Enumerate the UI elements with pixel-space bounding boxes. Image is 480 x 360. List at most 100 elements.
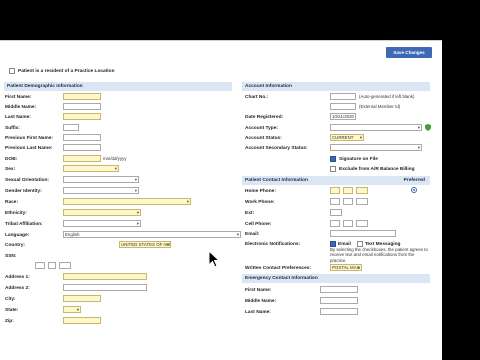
external-id-input[interactable] [330,103,356,110]
cell-phone-row: Cell Phone: [245,219,271,229]
tribal-label: Tribal Affiliation: [5,221,43,227]
ext-input[interactable] [330,209,342,216]
suffix-label: Suffix: [5,125,20,131]
last-name-input[interactable] [63,113,101,120]
sex-select[interactable] [63,165,119,172]
city-input[interactable] [63,295,101,302]
zip-input[interactable] [63,317,101,324]
orientation-select[interactable] [63,176,139,183]
resident-checkbox[interactable] [9,68,15,74]
first-name-row: First Name: [5,92,31,102]
ssn-part2-input[interactable] [48,262,56,269]
address2-row: Address 2: [5,283,30,293]
gender-select[interactable] [63,187,139,194]
em-middle-row: Middle Name: [245,296,276,306]
race-label: Race: [5,199,19,205]
dob-hint: mm/dd/yyyy [103,156,127,161]
shield-icon[interactable] [425,124,431,131]
ssn-label: SSN: [5,253,17,259]
exclude-checkbox[interactable] [330,166,336,172]
account-status-select[interactable]: CURRENT [330,134,364,141]
prev-first-label: Previous First Name: [5,135,53,141]
written-pref-select[interactable]: POSTAL MAIL [330,264,362,271]
home-phone-row: Home Phone: [245,186,276,196]
account-status-row: Account Status: [245,133,282,143]
em-last-row: Last Name: [245,307,271,317]
chart-no-input[interactable] [330,93,356,100]
signature-checkbox[interactable] [330,156,336,162]
race-row: Race: [5,197,18,207]
em-middle-label: Middle Name: [245,298,277,304]
external-id-hint: (External Member Id) [359,104,401,109]
gender-row: Gender Identity: [5,186,42,196]
ethnicity-select[interactable] [63,209,141,216]
em-first-input[interactable] [320,286,358,293]
state-label: State: [5,307,19,313]
ssn-part3-input[interactable] [59,262,71,269]
ext-row: Ext: [245,208,254,218]
chart-no-label: Chart No.: [245,94,269,100]
cell-phone-area[interactable] [330,220,340,227]
suffix-input[interactable] [63,124,79,131]
resident-row: Patient is a resident of a Practice Loca… [9,68,115,74]
date-registered-input[interactable]: 10/21/2020 [330,113,356,120]
contact-title: Patient Contact Information [245,178,308,183]
notif-note: By selecting the checkboxes, the patient… [330,247,428,263]
top-divider [0,40,442,41]
em-first-label: First Name: [245,287,272,293]
middle-name-input[interactable] [63,103,101,110]
language-select[interactable]: English [63,231,241,238]
city-row: City: [5,294,16,304]
work-phone-line[interactable] [356,198,368,205]
signature-row: Signature on File [330,154,378,164]
address2-input[interactable] [63,284,147,291]
country-select[interactable]: UNITED STATES OF AMERICA [119,241,171,248]
cell-phone-label: Cell Phone: [245,221,272,227]
notifications-row: Electronic Notifications: [245,239,300,249]
prev-last-label: Previous Last Name: [5,145,53,151]
date-registered-label: Date Registered: [245,114,284,120]
zip-row: Zip: [5,316,14,326]
home-phone-line[interactable] [356,187,368,194]
middle-name-row: Middle Name: [5,102,36,112]
demographics-header: Patient Demographic Information [4,82,232,91]
address2-label: Address 2: [5,285,30,291]
account-type-label: Account Type: [245,125,278,131]
orientation-label: Sexual Orientation: [5,177,49,183]
ssn-row: SSN: [5,251,16,261]
cell-phone-prefix[interactable] [343,220,353,227]
prev-first-input[interactable] [63,134,101,141]
em-middle-input[interactable] [320,297,358,304]
ssn-part1-input[interactable] [35,262,45,269]
tribal-row: Tribal Affiliation: [5,219,43,229]
language-row: Language: [5,230,29,240]
home-phone-area[interactable] [330,187,340,194]
work-phone-label: Work Phone: [245,199,275,205]
first-name-input[interactable] [63,93,101,100]
prev-first-row: Previous First Name: [5,133,53,143]
secondary-status-select[interactable] [330,144,422,151]
em-first-row: First Name: [245,285,271,295]
state-select[interactable] [63,306,81,313]
work-phone-area[interactable] [330,198,340,205]
middle-name-label: Middle Name: [5,104,37,110]
em-last-input[interactable] [320,308,358,315]
country-label: Country: [5,242,25,248]
home-phone-prefix[interactable] [343,187,353,194]
address1-input[interactable] [63,273,147,280]
chart-no-row: Chart No.: [245,92,268,102]
cell-phone-line[interactable] [356,220,368,227]
first-name-label: First Name: [5,94,32,100]
dob-input[interactable] [63,155,101,162]
prev-last-input[interactable] [63,144,101,151]
race-select[interactable] [63,198,191,205]
exclude-label: Exclude from A/R Balance Billing [339,166,415,172]
home-phone-preferred-radio[interactable] [411,187,417,193]
address1-row: Address 1: [5,272,30,282]
account-status-label: Account Status: [245,135,282,141]
email-input[interactable] [330,230,396,237]
tribal-select[interactable] [63,220,141,227]
work-phone-prefix[interactable] [343,198,353,205]
save-changes-button[interactable]: Save Changes [386,47,432,58]
account-type-select[interactable] [330,124,422,131]
